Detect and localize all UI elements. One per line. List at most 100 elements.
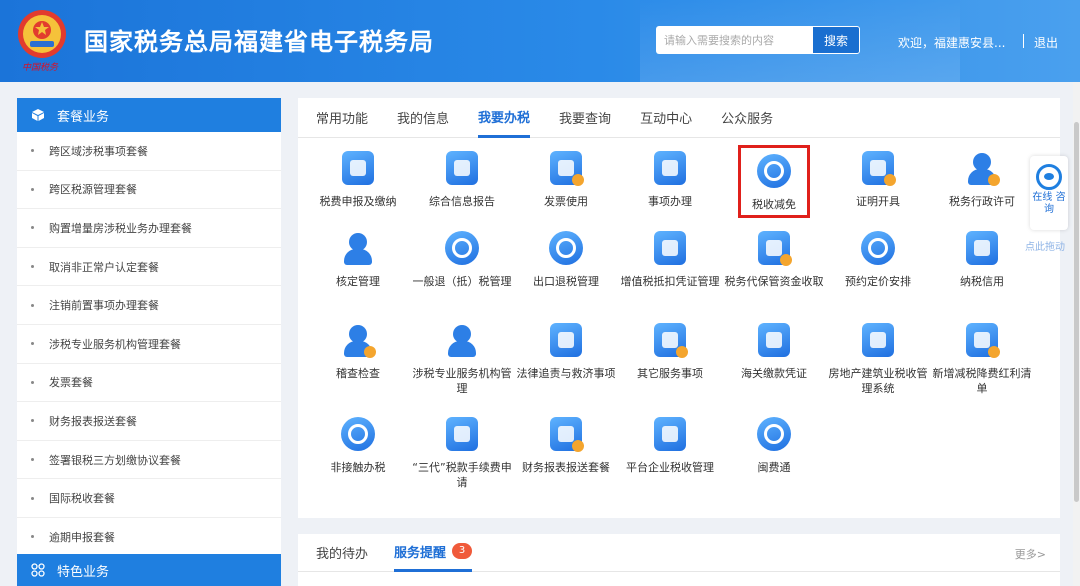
sidebar-item[interactable]: 国际税收套餐 xyxy=(17,479,281,518)
bullet-icon xyxy=(31,265,34,269)
sidebar-section-special[interactable]: 特色业务 xyxy=(17,554,281,586)
service-tile-label: 房地产建筑业税收管理系统 xyxy=(828,367,928,395)
sidebar-item[interactable]: 购置增量房涉税业务办理套餐 xyxy=(17,209,281,248)
admin-license-icon xyxy=(962,148,1002,188)
sidebar-item[interactable]: 跨区域涉税事项套餐 xyxy=(17,132,281,171)
service-tile-label: 非接触办税 xyxy=(330,461,386,474)
service-tile[interactable]: 新增减税降费红利清单 xyxy=(930,320,1034,396)
service-tile[interactable]: 事项办理 xyxy=(618,148,722,209)
service-tile[interactable]: 增值税抵扣凭证管理 xyxy=(618,228,722,289)
user-settings-icon xyxy=(338,228,378,268)
drag-hint[interactable]: 点此拖动 xyxy=(1025,238,1065,253)
service-tile[interactable]: 税务行政许可 xyxy=(930,148,1034,209)
clipboard-icon xyxy=(650,320,690,360)
todo-tab-1[interactable]: 服务提醒 3 xyxy=(394,534,473,572)
platform-edit-icon xyxy=(650,414,690,454)
service-tile[interactable]: 税费申报及缴纳 xyxy=(306,148,410,209)
credit-diamond-icon xyxy=(962,228,1002,268)
tax-emblem-icon[interactable] xyxy=(16,8,68,60)
service-tile[interactable]: 涉税专业服务机构管理 xyxy=(410,320,514,396)
search-input[interactable] xyxy=(656,26,814,54)
building-icon xyxy=(858,320,898,360)
service-tile[interactable]: 核定管理 xyxy=(306,228,410,289)
tab-0[interactable]: 常用功能 xyxy=(316,98,368,138)
service-tile[interactable]: 平台企业税收管理 xyxy=(618,414,722,475)
sidebar-item[interactable]: 跨区税源管理套餐 xyxy=(17,171,281,210)
service-tile-label: 海关缴款凭证 xyxy=(741,367,807,380)
service-tile[interactable]: 税务代保管资金收取 xyxy=(722,228,826,289)
service-tile[interactable]: 预约定价安排 xyxy=(826,228,930,289)
logout-link[interactable]: 退出 xyxy=(1034,34,1058,51)
sidebar-item-label: 涉税专业服务机构管理套餐 xyxy=(49,337,181,351)
fee-bag-icon xyxy=(442,414,482,454)
sidebar-item[interactable]: 发票套餐 xyxy=(17,364,281,403)
todo-panel: 我的待办 服务提醒 3 更多> xyxy=(298,534,1060,586)
service-tile-label: 增值税抵扣凭证管理 xyxy=(620,275,720,288)
tab-5[interactable]: 公众服务 xyxy=(721,98,773,138)
sidebar-item-label: 取消非正常户认定套餐 xyxy=(49,260,159,274)
sidebar-item[interactable]: 签署银税三方划缴协议套餐 xyxy=(17,441,281,480)
tax-relief-icon xyxy=(754,151,794,191)
service-tile-label: 平台企业税收管理 xyxy=(626,461,714,474)
service-tile[interactable]: 税收减免 xyxy=(738,145,810,218)
bullet-icon xyxy=(31,535,34,539)
bullet-icon xyxy=(31,226,34,230)
welcome-user-link[interactable]: 欢迎，福建惠安县... xyxy=(898,34,1005,51)
page-scrollbar[interactable] xyxy=(1073,82,1080,586)
todo-tab-label: 我的待办 xyxy=(316,547,369,562)
emblem-caption: 中国税务 xyxy=(22,63,59,73)
more-link[interactable]: 更多> xyxy=(1015,546,1046,562)
bullet-icon xyxy=(31,342,34,346)
service-tile[interactable]: 证明开具 xyxy=(826,148,930,209)
service-tile-label: 出口退税管理 xyxy=(533,275,599,288)
service-tile-label: 纳税信用 xyxy=(960,275,1004,288)
export-globe-icon xyxy=(546,228,586,268)
service-tile[interactable]: 发票使用 xyxy=(514,148,618,209)
tab-2[interactable]: 我要办税 xyxy=(478,98,531,138)
scrollbar-thumb[interactable] xyxy=(1074,122,1079,502)
service-tile-label: 其它服务事项 xyxy=(637,367,703,380)
service-tile-label: 闽费通 xyxy=(757,461,791,474)
service-tile-label: 预约定价安排 xyxy=(845,275,911,288)
tab-4[interactable]: 互动中心 xyxy=(640,98,692,138)
sidebar-item[interactable]: 注销前置事项办理套餐 xyxy=(17,286,281,325)
service-tile-label: 财务报表报送套餐 xyxy=(522,461,610,474)
contactless-globe-icon xyxy=(338,414,378,454)
todo-tabs: 我的待办 服务提醒 3 xyxy=(298,534,1060,572)
service-tile[interactable]: 海关缴款凭证 xyxy=(722,320,826,381)
service-tile-label: “三代”税款手续费申请 xyxy=(412,461,512,489)
sidebar-item[interactable]: 财务报表报送套餐 xyxy=(17,402,281,441)
service-tile[interactable]: 综合信息报告 xyxy=(410,148,514,209)
service-tile-label: 税费申报及缴纳 xyxy=(319,195,397,208)
tax-payment-icon xyxy=(338,148,378,188)
service-tile[interactable]: 闽费通 xyxy=(722,414,826,475)
top-header: 中国税务 国家税务总局福建省电子税务局 搜索 欢迎，福建惠安县... 退出 xyxy=(0,0,1080,82)
sidebar-item-label: 国际税收套餐 xyxy=(49,492,115,506)
service-tile[interactable]: 纳税信用 xyxy=(930,228,1034,289)
service-tile[interactable]: 非接触办税 xyxy=(306,414,410,475)
service-tile[interactable]: 稽查检查 xyxy=(306,320,410,381)
tab-3[interactable]: 我要查询 xyxy=(559,98,611,138)
service-tile[interactable]: 其它服务事项 xyxy=(618,320,722,381)
service-tile[interactable]: 一般退（抵）税管理 xyxy=(410,228,514,289)
service-tile-label: 发票使用 xyxy=(544,195,588,208)
service-tile[interactable]: 财务报表报送套餐 xyxy=(514,414,618,475)
sidebar-item[interactable]: 逾期申报套餐 xyxy=(17,518,281,557)
search-button[interactable]: 搜索 xyxy=(812,26,860,54)
sidebar-item[interactable]: 涉税专业服务机构管理套餐 xyxy=(17,325,281,364)
service-tile[interactable]: “三代”税款手续费申请 xyxy=(410,414,514,490)
sidebar-item[interactable]: 取消非正常户认定套餐 xyxy=(17,248,281,287)
sidebar-section-package[interactable]: 套餐业务 xyxy=(17,98,281,132)
service-tile[interactable]: 法律追责与救济事项 xyxy=(514,320,618,381)
service-tile-label: 税收减免 xyxy=(752,198,796,211)
sidebar-item-label: 注销前置事项办理套餐 xyxy=(49,299,159,313)
sidebar-list: 跨区域涉税事项套餐 跨区税源管理套餐 购置增量房涉税业务办理套餐取消非正常户认定套餐… xyxy=(17,132,281,557)
tab-1[interactable]: 我的信息 xyxy=(397,98,449,138)
online-consult-widget[interactable]: 在线 咨询 xyxy=(1030,156,1068,230)
sidebar-item-label: 逾期申报套餐 xyxy=(49,530,115,544)
service-tile-label: 证明开具 xyxy=(856,195,900,208)
service-tile[interactable]: 出口退税管理 xyxy=(514,228,618,289)
service-tile[interactable]: 房地产建筑业税收管理系统 xyxy=(826,320,930,396)
todo-tab-0[interactable]: 我的待办 xyxy=(316,534,368,572)
service-tile-label: 涉税专业服务机构管理 xyxy=(412,367,512,395)
